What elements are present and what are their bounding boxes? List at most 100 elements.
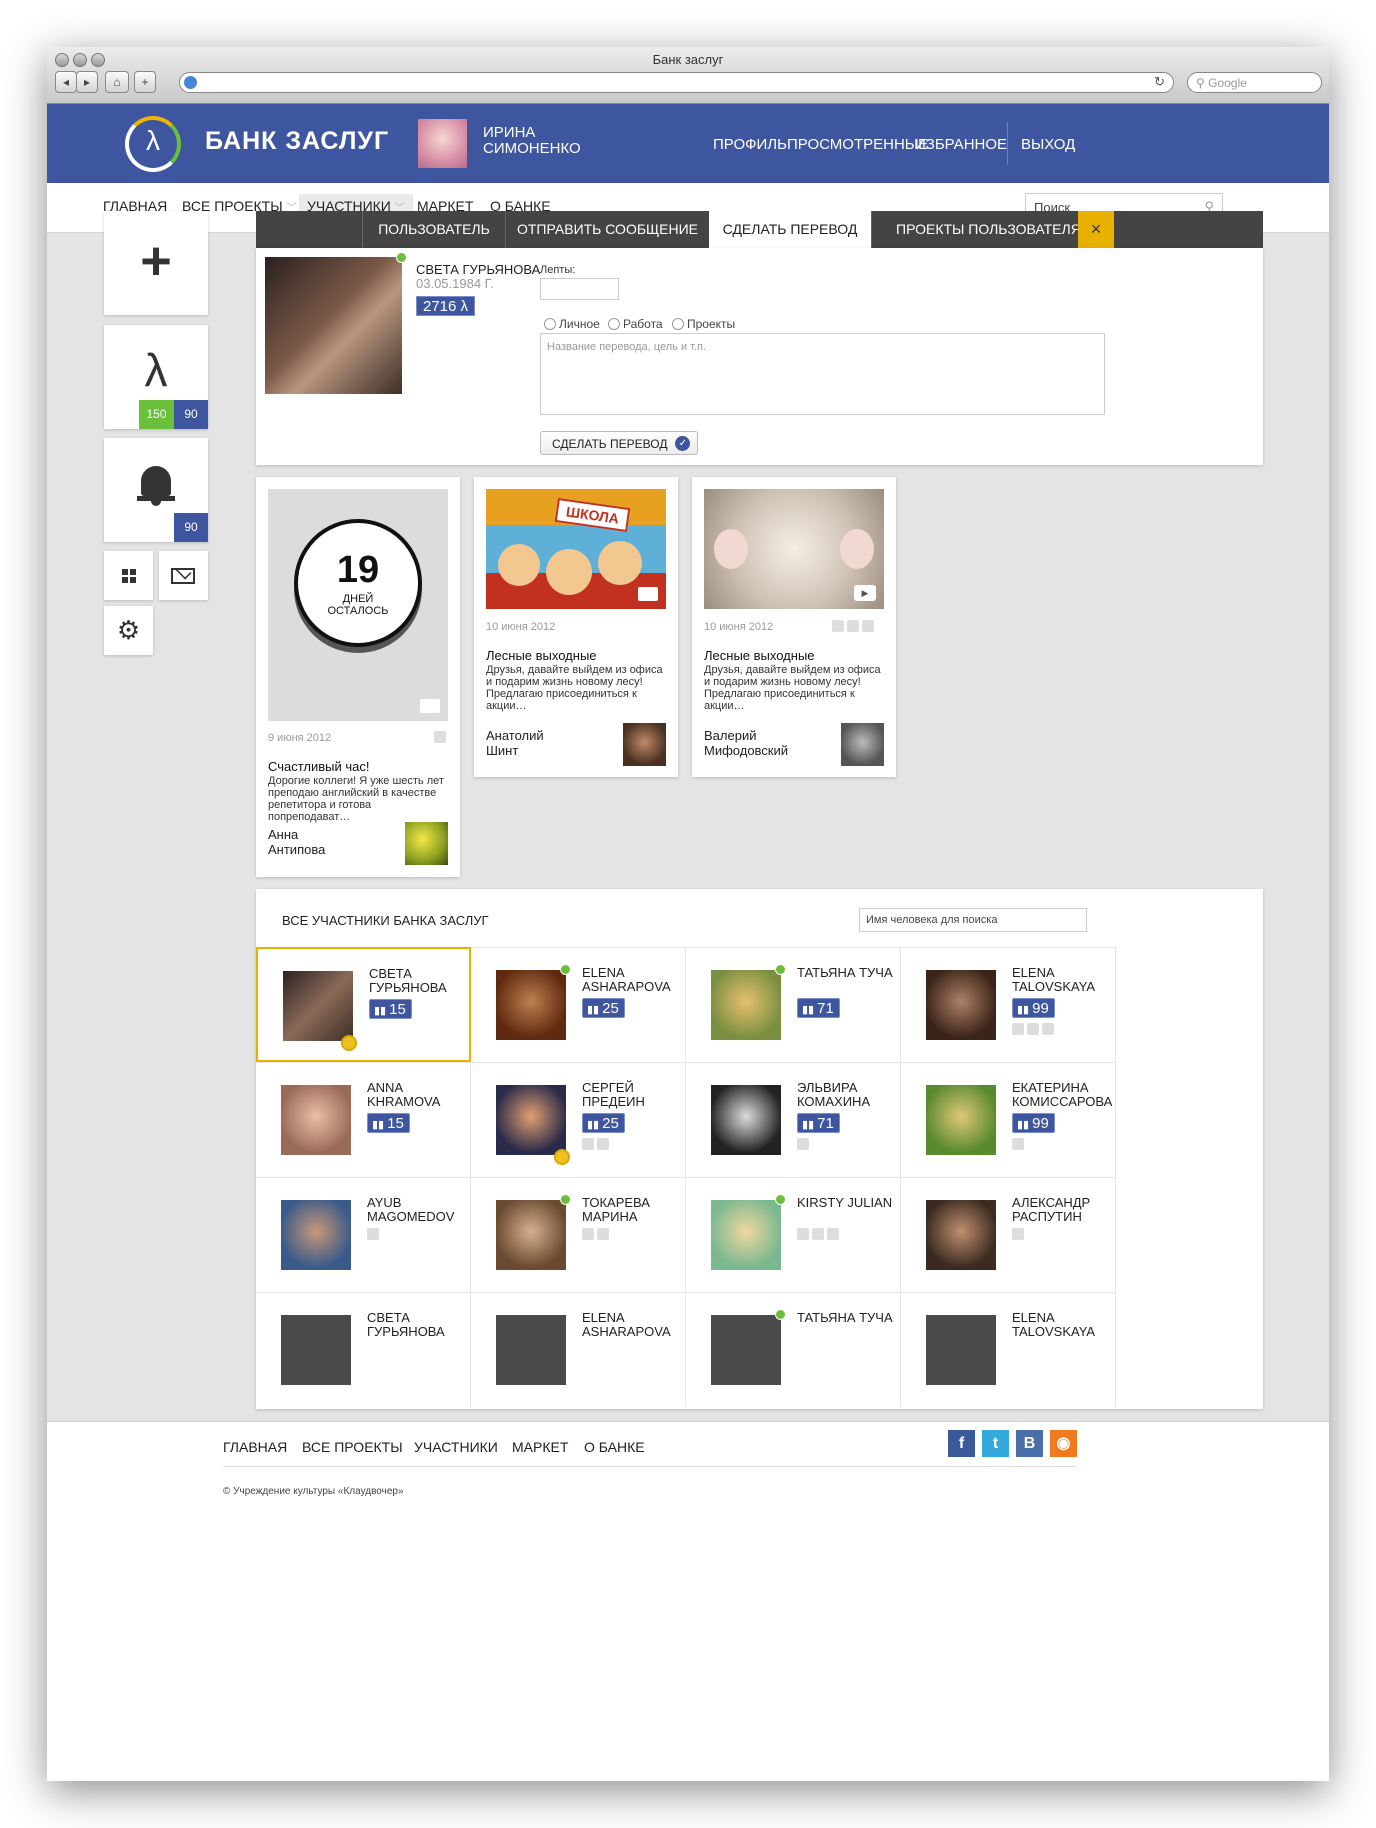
lambda-balance-card[interactable]: λ 150 90 — [104, 325, 208, 429]
member-card[interactable]: ЭЛЬВИРА КОМАХИНА ▮▮ 71 — [686, 1062, 901, 1177]
member-name[interactable]: ELENA TALOVSKAYA — [1012, 966, 1112, 994]
facebook-link-icon[interactable] — [582, 1138, 594, 1150]
member-card[interactable]: СВЕТА ГУРЬЯНОВА ▮▮ 15 — [256, 947, 471, 1062]
vk-link-icon[interactable] — [1042, 1023, 1054, 1035]
member-avatar[interactable] — [711, 970, 781, 1040]
member-card[interactable]: KIRSTY JULIAN — [686, 1177, 901, 1292]
member-avatar[interactable] — [496, 970, 566, 1040]
twitter-link-icon[interactable] — [597, 1228, 609, 1240]
post-title[interactable]: Счастливый час! — [268, 759, 370, 774]
facebook-link-icon[interactable] — [1012, 1228, 1024, 1240]
author-avatar[interactable] — [623, 723, 666, 766]
vk-share-icon[interactable] — [862, 620, 874, 632]
home-icon[interactable]: ⌂ — [105, 71, 129, 93]
facebook-link-icon[interactable] — [582, 1228, 594, 1240]
footer-home[interactable]: ГЛАВНАЯ — [223, 1439, 287, 1455]
member-card[interactable]: ELENA TALOVSKAYA ▮▮ 99 — [901, 947, 1116, 1062]
member-name[interactable]: ELENA ASHARAPOVA — [582, 1311, 682, 1339]
member-name[interactable]: ЕКАТЕРИНА КОМИССАРОВА — [1012, 1081, 1112, 1109]
post-author[interactable]: Валерий Мифодовский — [704, 728, 794, 758]
member-avatar[interactable] — [926, 1200, 996, 1270]
nav-viewed[interactable]: ПРОСМОТРЕННЫЕ — [787, 136, 928, 153]
member-avatar[interactable] — [926, 970, 996, 1040]
post-title[interactable]: Лесные выходные — [486, 648, 597, 663]
member-avatar[interactable] — [496, 1200, 566, 1270]
brand-name[interactable]: БАНК ЗАСЛУГ — [205, 127, 389, 156]
member-avatar[interactable] — [281, 1315, 351, 1385]
member-card[interactable]: СЕРГЕЙ ПРЕДЕИН ▮▮ 25 — [471, 1062, 686, 1177]
footer-market[interactable]: МАРКЕТ — [512, 1439, 568, 1455]
vk-share-icon[interactable] — [434, 731, 446, 743]
footer-all-projects[interactable]: ВСЕ ПРОЕКТЫ — [302, 1439, 403, 1455]
twitter-link-icon[interactable] — [1027, 1023, 1039, 1035]
post-card[interactable]: 19 ДНЕЙ ОСТАЛОСЬ 9 июня 2012 Счастливый … — [256, 477, 460, 877]
back-icon[interactable]: ◂ — [55, 71, 77, 93]
browser-search-input[interactable]: ⚲ Google — [1187, 72, 1322, 93]
reload-icon[interactable]: ↻ — [1154, 74, 1165, 90]
member-avatar[interactable] — [281, 1200, 351, 1270]
member-name[interactable]: ЭЛЬВИРА КОМАХИНА — [797, 1081, 897, 1109]
messages-button[interactable] — [159, 551, 208, 600]
member-card[interactable]: АЛЕКСАНДР РАСПУТИН — [901, 1177, 1116, 1292]
post-card[interactable]: ШКОЛА 10 июня 2012 Лесные выходные Друзь… — [474, 477, 678, 777]
author-avatar[interactable] — [841, 723, 884, 766]
member-name[interactable]: ELENA ASHARAPOVA — [582, 966, 682, 994]
facebook-link-icon[interactable] — [367, 1228, 379, 1240]
logo-icon[interactable]: λ — [125, 116, 181, 172]
member-name[interactable]: ТОКАРЕВА МАРИНА — [582, 1196, 682, 1224]
post-author[interactable]: Анатолий Шинт — [486, 728, 576, 758]
member-card[interactable]: ТАТЬЯНА ТУЧА — [686, 1292, 901, 1407]
facebook-link-icon[interactable] — [797, 1138, 809, 1150]
twitter-link-icon[interactable] — [812, 1228, 824, 1240]
make-transfer-button[interactable]: СДЕЛАТЬ ПЕРЕВОД ✓ — [540, 431, 699, 455]
member-avatar[interactable] — [281, 1085, 351, 1155]
member-avatar[interactable] — [496, 1085, 566, 1155]
footer-members[interactable]: УЧАСТНИКИ — [414, 1439, 498, 1455]
member-card[interactable]: ТОКАРЕВА МАРИНА — [471, 1177, 686, 1292]
facebook-link-icon[interactable] — [1012, 1023, 1024, 1035]
member-name[interactable]: ELENA TALOVSKAYA — [1012, 1311, 1112, 1339]
user-name[interactable]: ИРИНА СИМОНЕНКО — [483, 125, 593, 157]
twitter-icon[interactable]: t — [982, 1430, 1009, 1457]
member-avatar[interactable] — [926, 1085, 996, 1155]
facebook-icon[interactable]: f — [948, 1430, 975, 1457]
nav-favorites[interactable]: ИЗБРАННОЕ — [915, 136, 1007, 153]
logout-link[interactable]: ВЫХОД — [1021, 136, 1075, 153]
member-name[interactable]: KIRSTY JULIAN — [797, 1196, 897, 1210]
forward-icon[interactable]: ▸ — [76, 71, 98, 93]
member-name[interactable]: ANNA KHRAMOVA — [367, 1081, 467, 1109]
member-avatar[interactable] — [711, 1200, 781, 1270]
add-button[interactable]: + — [104, 211, 208, 315]
member-name[interactable]: СЕРГЕЙ ПРЕДЕИН — [582, 1081, 682, 1109]
twitter-link-icon[interactable] — [597, 1138, 609, 1150]
notifications-card[interactable]: 90 — [104, 438, 208, 542]
radio-personal[interactable]: Личное — [544, 317, 600, 331]
member-avatar[interactable] — [283, 971, 353, 1041]
post-card[interactable]: ▶ 10 июня 2012 Лесные выходные Друзья, д… — [692, 477, 896, 777]
transfer-description-textarea[interactable]: Название перевода, цель и т.п. — [540, 333, 1105, 415]
member-search-input[interactable]: Имя человека для поиска — [859, 908, 1087, 932]
settings-button[interactable]: ⚙ — [104, 606, 153, 655]
tab-user-projects[interactable]: ПРОЕКТЫ ПОЛЬЗОВАТЕЛЯ (20) — [871, 211, 1078, 248]
member-card[interactable]: ELENA ASHARAPOVA ▮▮ 25 — [471, 947, 686, 1062]
video-play-icon[interactable]: ▶ — [854, 585, 876, 601]
rss-icon[interactable]: ◉ — [1050, 1430, 1077, 1457]
nav-profile[interactable]: ПРОФИЛЬ — [713, 136, 787, 153]
member-name[interactable]: ТАТЬЯНА ТУЧА — [797, 1311, 897, 1325]
member-card[interactable]: ANNA KHRAMOVA ▮▮ 15 — [256, 1062, 471, 1177]
tab-send-message[interactable]: ОТПРАВИТЬ СООБЩЕНИЕ — [505, 211, 709, 248]
facebook-link-icon[interactable] — [797, 1228, 809, 1240]
member-name[interactable]: АЛЕКСАНДР РАСПУТИН — [1012, 1196, 1112, 1224]
post-title[interactable]: Лесные выходные — [704, 648, 815, 663]
member-card[interactable]: СВЕТА ГУРЬЯНОВА — [256, 1292, 471, 1407]
vk-icon[interactable]: B — [1016, 1430, 1043, 1457]
member-name[interactable]: СВЕТА ГУРЬЯНОВА — [367, 1311, 467, 1339]
tab-make-transfer[interactable]: СДЕЛАТЬ ПЕРЕВОД — [709, 211, 871, 248]
member-name[interactable]: СВЕТА ГУРЬЯНОВА — [369, 967, 469, 995]
member-avatar[interactable] — [711, 1315, 781, 1385]
member-name[interactable]: ТАТЬЯНА ТУЧА — [797, 966, 897, 980]
facebook-link-icon[interactable] — [1012, 1138, 1024, 1150]
footer-about[interactable]: О БАНКЕ — [584, 1439, 645, 1455]
member-card[interactable]: ЕКАТЕРИНА КОМИССАРОВА ▮▮ 99 — [901, 1062, 1116, 1177]
member-card[interactable]: AYUB MAGOMEDOV — [256, 1177, 471, 1292]
